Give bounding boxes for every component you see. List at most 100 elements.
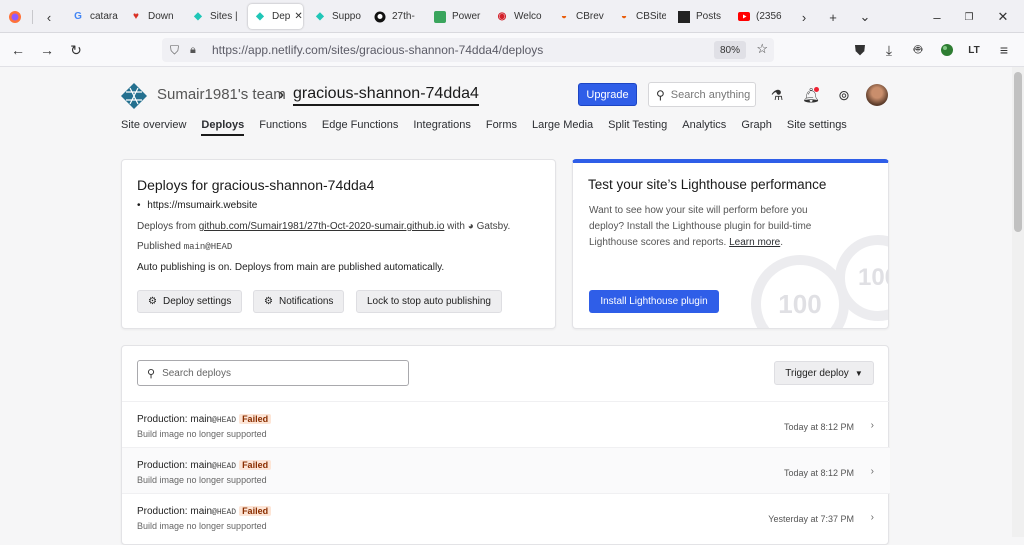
status-badge: Failed — [239, 506, 272, 516]
status-badge: Failed — [239, 460, 272, 470]
search-icon: ⚲ — [147, 367, 156, 380]
team-name[interactable]: Sumair1981's team — [157, 86, 286, 103]
nav-graph[interactable]: Graph — [741, 119, 772, 136]
deploy-list-card: ⚲ Search deploys Trigger deploy ▼ Producti… — [121, 345, 890, 545]
nav-site-settings[interactable]: Site settings — [787, 119, 847, 136]
close-window-icon[interactable]: ✕ — [992, 6, 1014, 28]
search-anything-input[interactable]: ⚲ Search anything — [648, 82, 756, 107]
back-icon[interactable]: ← — [6, 38, 30, 62]
flame-icon: ◉ — [497, 11, 507, 22]
tab-power[interactable]: Power — [434, 4, 482, 29]
nav-site-overview[interactable]: Site overview — [121, 119, 186, 136]
deploy-row-time: Today at 8:12 PM — [783, 422, 854, 432]
help-lifebuoy-icon[interactable]: ⊚ — [835, 86, 853, 104]
netlify-icon: ◆ — [316, 11, 324, 22]
learn-more-link[interactable]: Learn more — [729, 237, 780, 248]
gear-icon: ⚙ — [264, 296, 273, 307]
search-deploys-input[interactable]: ⚲ Search deploys — [137, 360, 409, 386]
upgrade-button[interactable]: Upgrade — [578, 83, 637, 106]
browser-tab-strip: ‹ Gcatara ♥ Down ◆ Sites | ◆ Dep ✕ ◆ Suppo 27… — [0, 0, 1024, 33]
netlify-team-logo[interactable] — [120, 82, 148, 110]
close-tab-icon[interactable]: ✕ — [294, 11, 302, 22]
deploy-row[interactable]: Production: main@HEAD Failed Build image … — [122, 447, 890, 493]
site-subnav: Site overview Deploys Functions Edge Fun… — [121, 119, 862, 136]
nav-integrations[interactable]: Integrations — [413, 119, 470, 136]
url-bar[interactable]: ⛉ 🔒︎ https://app.netlify.com/sites/graci… — [162, 38, 774, 62]
nav-forms[interactable]: Forms — [486, 119, 517, 136]
lighthouse-description: Want to see how your site will perform b… — [589, 205, 812, 248]
deploy-row-title: Production: main@HEAD Failed — [137, 506, 272, 517]
avatar[interactable] — [866, 84, 888, 106]
flask-icon[interactable]: ⚗ — [768, 86, 786, 104]
extension-globe-icon[interactable] — [935, 38, 959, 62]
posts-icon — [678, 10, 690, 23]
lock-icon[interactable]: 🔒︎ — [190, 44, 196, 57]
install-lighthouse-button[interactable]: Install Lighthouse plugin — [589, 290, 719, 313]
deploy-row-title: Production: main@HEAD Failed — [137, 414, 272, 425]
pocket-icon[interactable]: ⛊ — [848, 38, 872, 62]
nav-analytics[interactable]: Analytics — [682, 119, 726, 136]
chevron-right-icon: › — [870, 420, 874, 431]
restore-icon[interactable]: ❐ — [958, 6, 980, 28]
repo-link[interactable]: github.com/Sumair1981/27th-Oct-2020-suma… — [199, 221, 445, 232]
trigger-deploy-button[interactable]: Trigger deploy ▼ — [774, 361, 874, 385]
chevron-down-icon: ▼ — [854, 368, 863, 378]
extension-lt-icon[interactable]: LT — [962, 38, 986, 62]
scroll-tabs-left-icon[interactable]: ‹ — [38, 6, 60, 28]
forward-icon[interactable]: → — [35, 38, 59, 62]
zoom-level[interactable]: 80% — [713, 41, 746, 59]
tab-sites[interactable]: ◆ Sites | — [192, 4, 238, 29]
scroll-tabs-right-icon[interactable]: › — [793, 6, 815, 28]
nav-deploys[interactable]: Deploys — [201, 119, 245, 136]
list-tabs-icon[interactable]: ⌄ — [854, 6, 876, 28]
lighthouse-card: 100 100 Test your site’s Lighthouse perf… — [572, 159, 889, 329]
reload-icon[interactable]: ↻ — [64, 38, 88, 62]
deploy-row-time: Today at 8:12 PM — [783, 468, 854, 478]
deploy-settings-button[interactable]: ⚙ Deploy settings — [137, 290, 243, 313]
chevron-right-icon: › — [870, 512, 874, 523]
tab-youtube[interactable]: (2356 — [738, 4, 784, 29]
tab-welcome[interactable]: ◉ Welco — [496, 4, 542, 29]
deploy-row[interactable]: Production: main@HEAD Failed Build image … — [122, 493, 890, 539]
bookmark-star-icon[interactable]: ☆ — [756, 41, 768, 57]
shield-icon[interactable]: ⛉ — [170, 43, 179, 58]
page-scrollbar-thumb[interactable] — [1014, 72, 1022, 232]
downloads-icon[interactable]: ⤓ — [877, 38, 901, 62]
menu-icon[interactable]: ≡ — [992, 38, 1016, 62]
notifications-bell-icon[interactable]: 🔔︎ — [802, 86, 820, 104]
deploys-from-text: Deploys from github.com/Sumair1981/27th-… — [137, 221, 511, 232]
deploy-row[interactable]: Production: main@HEAD Failed Build image … — [122, 401, 890, 447]
deploy-row-subtitle: Build image no longer supported — [137, 429, 267, 439]
url-text[interactable]: https://app.netlify.com/sites/gracious-s… — [212, 43, 543, 57]
site-name[interactable]: gracious-shannon-74dda4 — [293, 85, 479, 106]
lighthouse-score-ring: 100 — [751, 255, 849, 328]
tab-cbsite[interactable]: ◒ CBSite — [618, 4, 666, 29]
nav-split-testing[interactable]: Split Testing — [608, 119, 667, 136]
nav-large-media[interactable]: Large Media — [532, 119, 593, 136]
site-url-link[interactable]: • https://msumairk.website — [137, 200, 257, 211]
netlify-icon: ◆ — [194, 11, 202, 22]
tab-cbrev[interactable]: ◒ CBrev — [558, 4, 604, 29]
deploy-row-title: Production: main@HEAD Failed — [137, 460, 272, 471]
minimize-icon[interactable]: – — [926, 6, 948, 28]
published-text: Published main@HEAD — [137, 241, 233, 252]
nav-functions[interactable]: Functions — [259, 119, 307, 136]
tab-posts[interactable]: Posts — [678, 4, 724, 29]
gear-icon: ⚙ — [148, 296, 157, 307]
extension-robot-icon[interactable]: 🤖︎ — [906, 38, 930, 62]
notifications-button[interactable]: ⚙ Notifications — [253, 290, 345, 313]
firefox-icon[interactable] — [4, 6, 26, 28]
search-icon: ⚲ — [656, 87, 665, 102]
tab-deploys-active[interactable]: ◆ Dep ✕ — [248, 4, 303, 29]
lock-auto-publishing-button[interactable]: Lock to stop auto publishing — [356, 290, 502, 313]
tab-github[interactable]: 27th- — [374, 4, 420, 29]
tab-support[interactable]: ◆ Suppo — [314, 4, 362, 29]
notification-dot — [814, 87, 819, 92]
youtube-icon — [738, 11, 750, 23]
frog-icon — [434, 10, 446, 23]
chevron-right-icon: › — [870, 466, 874, 477]
nav-edge-functions[interactable]: Edge Functions — [322, 119, 398, 136]
new-tab-icon[interactable]: + — [822, 6, 844, 28]
tab-google[interactable]: Gcatara — [72, 4, 118, 29]
tab-download[interactable]: ♥ Down — [130, 4, 176, 29]
